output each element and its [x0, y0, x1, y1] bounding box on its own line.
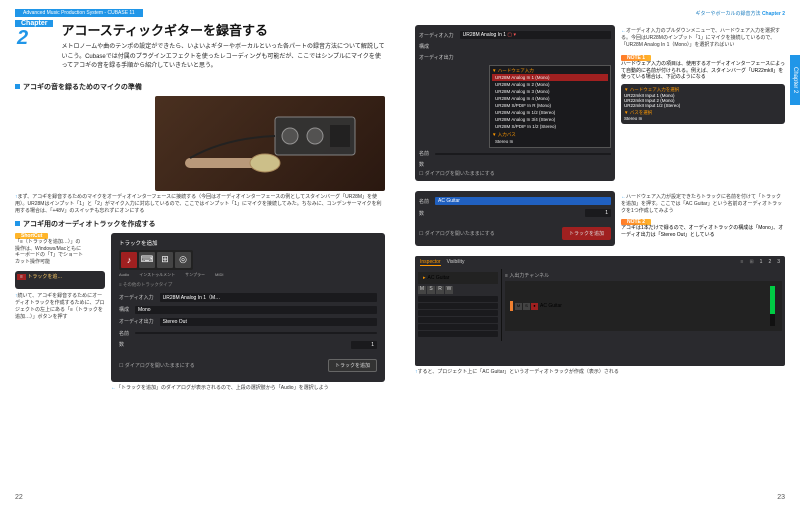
config-field[interactable]: Mono	[135, 306, 377, 314]
left-page: Advanced Music Production System - CUBAS…	[0, 0, 400, 507]
caption-1: ↑まず、アコギを録音するためのマイクをオーディオインターフェースに接続する（今回…	[15, 194, 385, 215]
add-track-button-zoom: ≡ トラックを追…	[15, 271, 105, 289]
caption-3: ←「トラックを追加」のダイアログが表示されるので、上段の選択肢から「Audio」…	[111, 385, 385, 392]
input-value[interactable]: UR28M Analog In 1 ▢ ▾	[460, 31, 611, 39]
caption-r3: ↑すると、プロジェクト上に「AC Guitar」というオーディオトラックが作成（…	[415, 369, 785, 376]
side-tab: Chapter 2	[790, 55, 800, 105]
add-track-btn-2[interactable]: トラックを追加	[562, 227, 611, 240]
subheading-2: アコギ用のオーディオトラックを作成する	[15, 219, 385, 229]
tab-audio[interactable]: ♪	[121, 252, 137, 268]
count-field[interactable]: 1	[351, 341, 377, 349]
add-track-dialog: トラックを追加 ♪ ⌨ ⊞ ◎ AudioインストゥルメントサンプラーMIDI …	[111, 233, 385, 382]
right-page: ギターやボーカルの録音方法 Chapter 2 Chapter 2 オーディオ入…	[400, 0, 800, 507]
project-window: Inspector Visibility ≡ ⊞ 123 ▸ AC Guitar…	[415, 256, 785, 366]
track-name-input[interactable]: AC Guitar	[435, 197, 611, 205]
lead-text: メトロノームや曲のテンポの設定ができたら、いよいよギターやボーカルといった各パー…	[61, 43, 385, 72]
tab-instrument[interactable]: ⌨	[139, 252, 155, 268]
caption-r1: ←オーディオ入力のプルダウンメニューで、ハードウェア入力を選択する。今回はUR2…	[621, 28, 785, 49]
name-field[interactable]	[135, 332, 377, 334]
page-number-right: 23	[777, 494, 785, 501]
keep-checkbox-2[interactable]: ダイアログを開いたままにする	[419, 230, 495, 237]
caption-r2: ←ハードウェア入力が設定できたらトラックに名前を付けて「トラックを追加」を押す。…	[621, 194, 785, 215]
count-input[interactable]: 1	[585, 209, 611, 217]
tab-sampler[interactable]: ⊞	[157, 252, 173, 268]
track-type-tabs: ♪ ⌨ ⊞ ◎	[119, 250, 193, 270]
shortcut-box: ShortCut 「≡（トラックを追加…）」の操作は、Windows/Macとも…	[15, 233, 85, 266]
dialog-input-dropdown: オーディオ入力UR28M Analog In 1 ▢ ▾ 構成 オーディオ出力 …	[415, 25, 615, 181]
page-title: アコースティックギターを録音する	[61, 20, 385, 39]
add-track-submit[interactable]: トラックを追加	[328, 359, 377, 372]
header-right: ギターやボーカルの録音方法 Chapter 2	[415, 10, 785, 17]
input-dropdown[interactable]: ▼ ハードウェア入力 UR28M Analog In 1 (Mono) UR28…	[489, 65, 611, 148]
chapter-badge: Chapter 2	[15, 20, 53, 50]
audio-input-field[interactable]: UR28M Analog In 1（M…	[160, 293, 377, 302]
subheading-1: アコギの音を録るためのマイクの準備	[15, 82, 385, 92]
tab-visibility[interactable]: Visibility	[447, 259, 465, 266]
photo-mic-interface	[155, 96, 385, 191]
caption-2: ↑続いて、アコギを録音するためにオーディオトラックを作成するために、プロジェクト…	[15, 293, 105, 321]
keep-open-checkbox[interactable]: ダイアログを開いたままにする	[119, 362, 195, 369]
track-row[interactable]: M S ● AC Guitar	[505, 281, 782, 331]
inspector-track[interactable]: ▸ AC Guitar	[418, 272, 498, 284]
tab-midi[interactable]: ◎	[175, 252, 191, 268]
audio-output-field[interactable]: Stereo Out	[160, 318, 377, 326]
header-left: Advanced Music Production System - CUBAS…	[15, 10, 385, 16]
dialog-name-entry: 名前AC Guitar 数1 ダイアログを開いたままにするトラックを追加	[415, 191, 615, 246]
note-1: NOTE 1 ハードウェア入力の項目は、使用するオーディオインターフェースによっ…	[621, 55, 785, 124]
page-number-left: 22	[15, 494, 23, 501]
tab-inspector[interactable]: Inspector	[420, 259, 441, 266]
note-2: NOTE 2 アコギは1本だけで録るので、オーディオトラックの構成は「Mono」…	[621, 219, 785, 238]
